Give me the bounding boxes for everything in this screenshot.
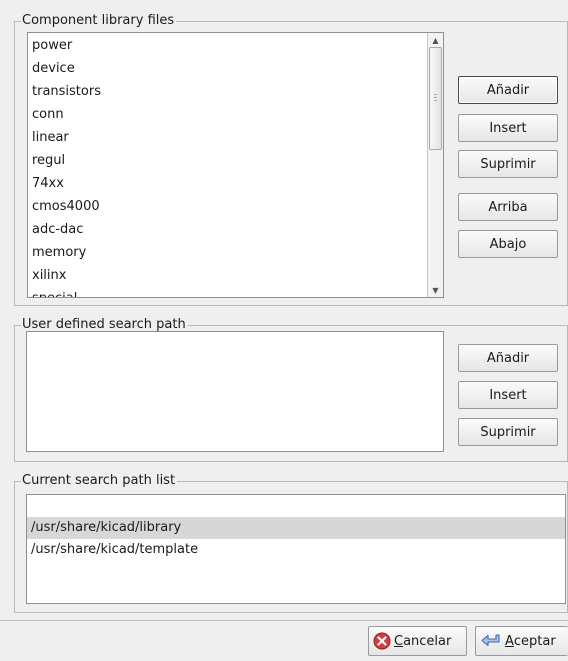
cancel-button[interactable]: Cancelar [368,626,467,656]
component-library-scrollbar[interactable]: ▲ ▼ [427,33,443,297]
current-search-path-list[interactable]: /usr/share/kicad/library/usr/share/kicad… [26,494,566,604]
scroll-up-arrow-icon[interactable]: ▲ [428,33,443,47]
list-item[interactable]: device [28,57,443,80]
list-item[interactable]: xilinx [28,264,443,287]
list-item[interactable]: regul [28,149,443,172]
user-remove-button[interactable]: Suprimir [458,418,558,446]
lib-add-button[interactable]: Añadir [458,76,558,104]
component-library-list[interactable]: power device transistors conn linear regul 74x… [27,32,444,298]
list-item[interactable]: transistors [28,80,443,103]
user-insert-button[interactable]: Insert [458,381,558,409]
lib-down-button[interactable]: Abajo [458,230,558,258]
list-item[interactable]: power [28,34,443,57]
component-library-title: Component library files [21,13,177,29]
user-add-button[interactable]: Añadir [458,344,558,372]
ok-mnemonic: A [505,633,514,649]
lib-up-button[interactable]: Arriba [458,193,558,221]
list-item[interactable] [27,495,565,517]
lib-remove-button[interactable]: Suprimir [458,150,558,178]
cancel-icon [373,632,391,650]
cancel-label: ancelar [403,633,452,649]
list-item[interactable]: cmos4000 [28,195,443,218]
ok-icon [480,632,502,650]
list-item[interactable]: memory [28,241,443,264]
list-item[interactable]: /usr/share/kicad/library [27,517,565,539]
list-item[interactable]: special [28,287,443,297]
list-item[interactable]: linear [28,126,443,149]
scroll-thumb[interactable] [429,47,442,150]
list-item[interactable]: adc-dac [28,218,443,241]
dialog-separator [0,620,568,621]
ok-label: ceptar [513,633,556,649]
scroll-down-arrow-icon[interactable]: ▼ [428,283,443,297]
ok-button[interactable]: Aceptar [475,626,568,656]
current-search-path-title: Current search path list [21,473,178,489]
lib-insert-button[interactable]: Insert [458,114,558,142]
list-item[interactable]: /usr/share/kicad/template [27,539,565,561]
cancel-mnemonic: C [394,633,404,649]
list-item[interactable]: conn [28,103,443,126]
list-item[interactable]: 74xx [28,172,443,195]
user-search-path-list[interactable] [26,331,444,452]
